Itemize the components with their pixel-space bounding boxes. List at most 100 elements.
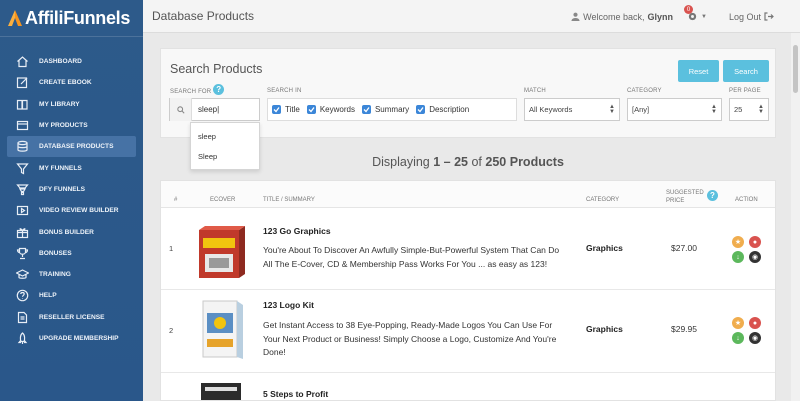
search-query: sleep (198, 105, 218, 114)
row-actions: ★ ● ↓ ◉ (732, 236, 762, 266)
row-number: 1 (169, 244, 174, 253)
col-num: # (174, 197, 178, 203)
suggestion-item[interactable]: Sleep (191, 146, 259, 166)
page-title: Database Products (152, 9, 255, 23)
video-icon (15, 204, 29, 218)
sidebar-item-my-library[interactable]: My Library (0, 94, 143, 115)
search-in-checkboxes: Title Keywords Summary Description (267, 98, 517, 121)
star-icon[interactable]: ★ (732, 236, 744, 248)
gift-icon (15, 225, 29, 239)
logout-label: Log Out (728, 11, 761, 22)
notifications-button[interactable]: 0 ▼ (684, 5, 707, 22)
product-summary: Get Instant Access to 38 Eye-Popping, Re… (263, 320, 557, 357)
product-summary: You're About To Discover An Awfully Simp… (263, 245, 560, 269)
sidebar-item-database-products[interactable]: Database Products (7, 136, 136, 158)
funnel-stack-icon (15, 182, 29, 196)
edit-icon (15, 76, 29, 90)
download-icon[interactable]: ↓ (732, 332, 744, 344)
sidebar-item-reseller-license[interactable]: Reseller License (0, 307, 143, 328)
logout-icon (764, 12, 774, 21)
select-arrows-icon: ▲ ▼ (758, 104, 764, 115)
col-title: Title / Summary (263, 197, 315, 203)
sidebar-item-my-funnels[interactable]: My Funnels (0, 157, 143, 178)
view-icon[interactable]: ◉ (749, 332, 761, 344)
checkbox-title[interactable]: Title (272, 105, 300, 114)
product-title[interactable]: 123 Logo Kit (263, 300, 314, 310)
sidebar-item-bonus-builder[interactable]: Bonus Builder (0, 221, 143, 242)
sidebar-item-training[interactable]: Training (0, 264, 143, 285)
check-icon (361, 105, 371, 114)
user-icon (571, 12, 580, 21)
doc-icon (15, 310, 29, 324)
product-ecover-image[interactable] (195, 379, 247, 401)
reset-button[interactable]: Reset (678, 60, 719, 82)
sidebar-item-dfy-funnels[interactable]: DFY Funnels (0, 179, 143, 200)
per-page-select[interactable]: 25 ▲ ▼ (729, 98, 769, 121)
product-ecover-image[interactable] (195, 297, 247, 363)
category-select[interactable]: [Any] ▲ ▼ (627, 98, 722, 121)
products-table: # Ecover Title / Summary Category Sugges… (160, 180, 776, 401)
logout-link[interactable]: Log Out (729, 12, 774, 22)
user-icon[interactable]: ● (749, 317, 761, 329)
user-name: Glynn (647, 11, 674, 22)
search-input[interactable]: sleep | (169, 98, 260, 121)
product-category: Graphics (586, 243, 623, 253)
help-icon[interactable]: ? (213, 84, 225, 95)
search-for-label: Search For? (170, 84, 225, 95)
search-button[interactable]: Search (723, 60, 769, 82)
col-ecover: Ecover (210, 197, 236, 203)
topbar-right: Welcome back, Glynn 0 ▼ Log Out (571, 0, 800, 33)
brand-logo[interactable]: AffiliFunnels (0, 0, 143, 37)
logo-icon (8, 10, 22, 26)
home-icon (15, 55, 29, 69)
sidebar-item-upgrade-membership[interactable]: Upgrade Membership (0, 328, 143, 349)
filter-icon (15, 161, 29, 175)
view-icon[interactable]: ◉ (749, 251, 761, 263)
checkbox-summary[interactable]: Summary (361, 105, 409, 114)
product-price: $27.00 (671, 243, 697, 253)
sidebar-item-bonuses[interactable]: Bonuses (0, 243, 143, 264)
notification-badge: 0 (684, 5, 694, 14)
match-select[interactable]: All Keywords ▲ ▼ (524, 98, 620, 121)
match-label: Match (524, 88, 546, 94)
user-icon[interactable]: ● (749, 236, 761, 248)
welcome-text: Welcome back, (583, 11, 645, 22)
sidebar-item-dashboard[interactable]: Dashboard (0, 51, 143, 72)
sidebar-item-my-products[interactable]: My Products (0, 115, 143, 136)
sidebar-item-help[interactable]: Help (0, 285, 143, 306)
sidebar-item-create-ebook[interactable]: Create Ebook (0, 72, 143, 93)
sidebar: AffiliFunnels Dashboard Create Ebook My … (0, 0, 143, 401)
product-title[interactable]: 123 Go Graphics (263, 226, 331, 236)
question-icon (15, 289, 29, 303)
star-icon[interactable]: ★ (732, 317, 744, 329)
product-title[interactable]: 5 Steps to Profit (263, 389, 328, 399)
search-suggestions: sleep Sleep (190, 122, 260, 170)
user-menu[interactable]: Welcome back, Glynn (571, 12, 673, 22)
download-icon[interactable]: ↓ (732, 251, 744, 263)
row-actions: ★ ● ↓ ◉ (732, 317, 762, 347)
product-ecover-image[interactable] (195, 216, 247, 282)
product-category: Graphics (586, 324, 623, 334)
table-row: 1 123 Go Graphics You're About To Discov… (161, 208, 775, 290)
row-number: 2 (169, 326, 174, 335)
scrollbar-thumb[interactable] (793, 45, 798, 93)
checkbox-description[interactable]: Description (416, 105, 469, 114)
check-icon (272, 105, 281, 114)
products-icon (15, 119, 29, 133)
col-price: Suggested Price (666, 190, 704, 204)
help-icon[interactable]: ? (707, 190, 718, 201)
col-action: Action (735, 197, 758, 203)
sidebar-nav: Dashboard Create Ebook My Library My Pro… (0, 51, 143, 349)
search-icon (170, 98, 192, 121)
topbar: Database Products Welcome back, Glynn 0 … (143, 0, 800, 33)
search-panel-title: Search Products (170, 62, 263, 76)
category-label: Category (627, 88, 662, 94)
cap-icon (15, 268, 29, 282)
page-scrollbar[interactable] (791, 33, 800, 401)
checkbox-keywords[interactable]: Keywords (306, 105, 355, 114)
suggestion-item[interactable]: sleep (191, 126, 259, 146)
table-header: # Ecover Title / Summary Category Sugges… (161, 181, 775, 208)
sidebar-item-video-review-builder[interactable]: Video Review Builder (0, 200, 143, 221)
database-icon (15, 140, 29, 154)
search-in-label: Search In (267, 88, 302, 94)
